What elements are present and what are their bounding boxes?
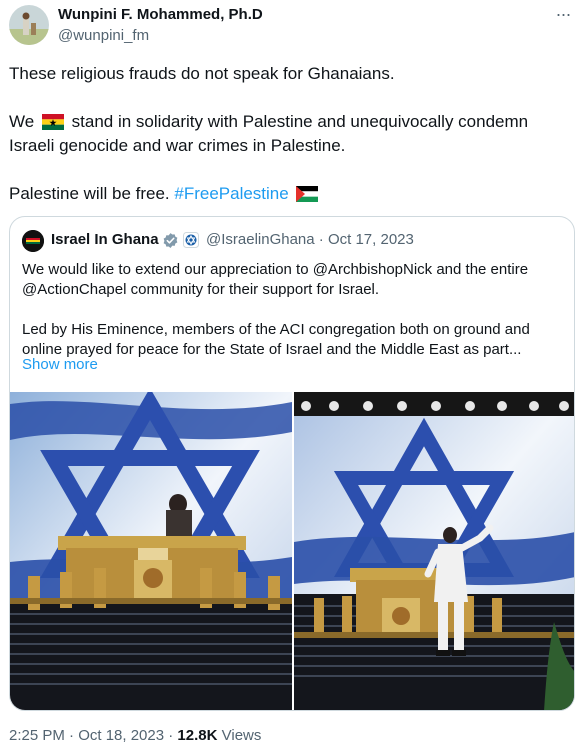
affiliate-badge-icon <box>183 232 199 248</box>
quoted-text-line: @ActionChapel community for their suppor… <box>22 280 379 300</box>
tweet-meta: 2:25 PM · Oct 18, 2023 · 12.8K Views <box>9 727 261 744</box>
author-name[interactable]: Wunpini F. Mohammed, Ph.D <box>58 6 263 23</box>
quoted-author-name[interactable]: Israel In Ghana <box>51 231 159 248</box>
views-count: 12.8K <box>177 727 217 744</box>
verified-badge-icon <box>162 232 179 249</box>
tweet-text-fragment: Palestine will be free. <box>9 184 170 203</box>
tweet-text-line: These religious frauds do not speak for … <box>9 62 395 86</box>
palestine-flag-icon <box>296 185 318 209</box>
quoted-media-image-1[interactable] <box>10 392 292 711</box>
quoted-author-handle-date[interactable]: @IsraelinGhana · Oct 17, 2023 <box>206 231 414 248</box>
tweet-text-line: Israeli genocide and war crimes in Pales… <box>9 134 345 158</box>
quoted-tweet-card[interactable]: Israel In Ghana @IsraelinGhana · Oct 17,… <box>9 216 575 711</box>
show-more-link[interactable]: Show more <box>22 356 98 373</box>
tweet-text-line: We stand in solidarity with Palestine an… <box>9 110 528 137</box>
views-label: Views <box>222 727 262 744</box>
quoted-media-image-2[interactable] <box>294 392 575 711</box>
tweet-text-fragment: stand in solidarity with Palestine and u… <box>72 112 528 131</box>
author-avatar[interactable] <box>9 5 49 45</box>
author-handle[interactable]: @wunpini_fm <box>58 27 149 44</box>
quoted-author-avatar[interactable] <box>22 230 44 252</box>
tweet-timestamp[interactable]: 2:25 PM · Oct 18, 2023 · <box>9 727 177 744</box>
tweet-text-line: Palestine will be free. #FreePalestine <box>9 182 321 209</box>
quoted-text-line: We would like to extend our appreciation… <box>22 260 528 280</box>
hashtag-link[interactable]: #FreePalestine <box>174 184 288 203</box>
more-options-button[interactable]: ··· <box>552 3 574 25</box>
quoted-text-line: Led by His Eminence, members of the ACI … <box>22 320 530 340</box>
more-horizontal-icon: ··· <box>556 4 571 24</box>
tweet-text-fragment: We <box>9 112 34 131</box>
